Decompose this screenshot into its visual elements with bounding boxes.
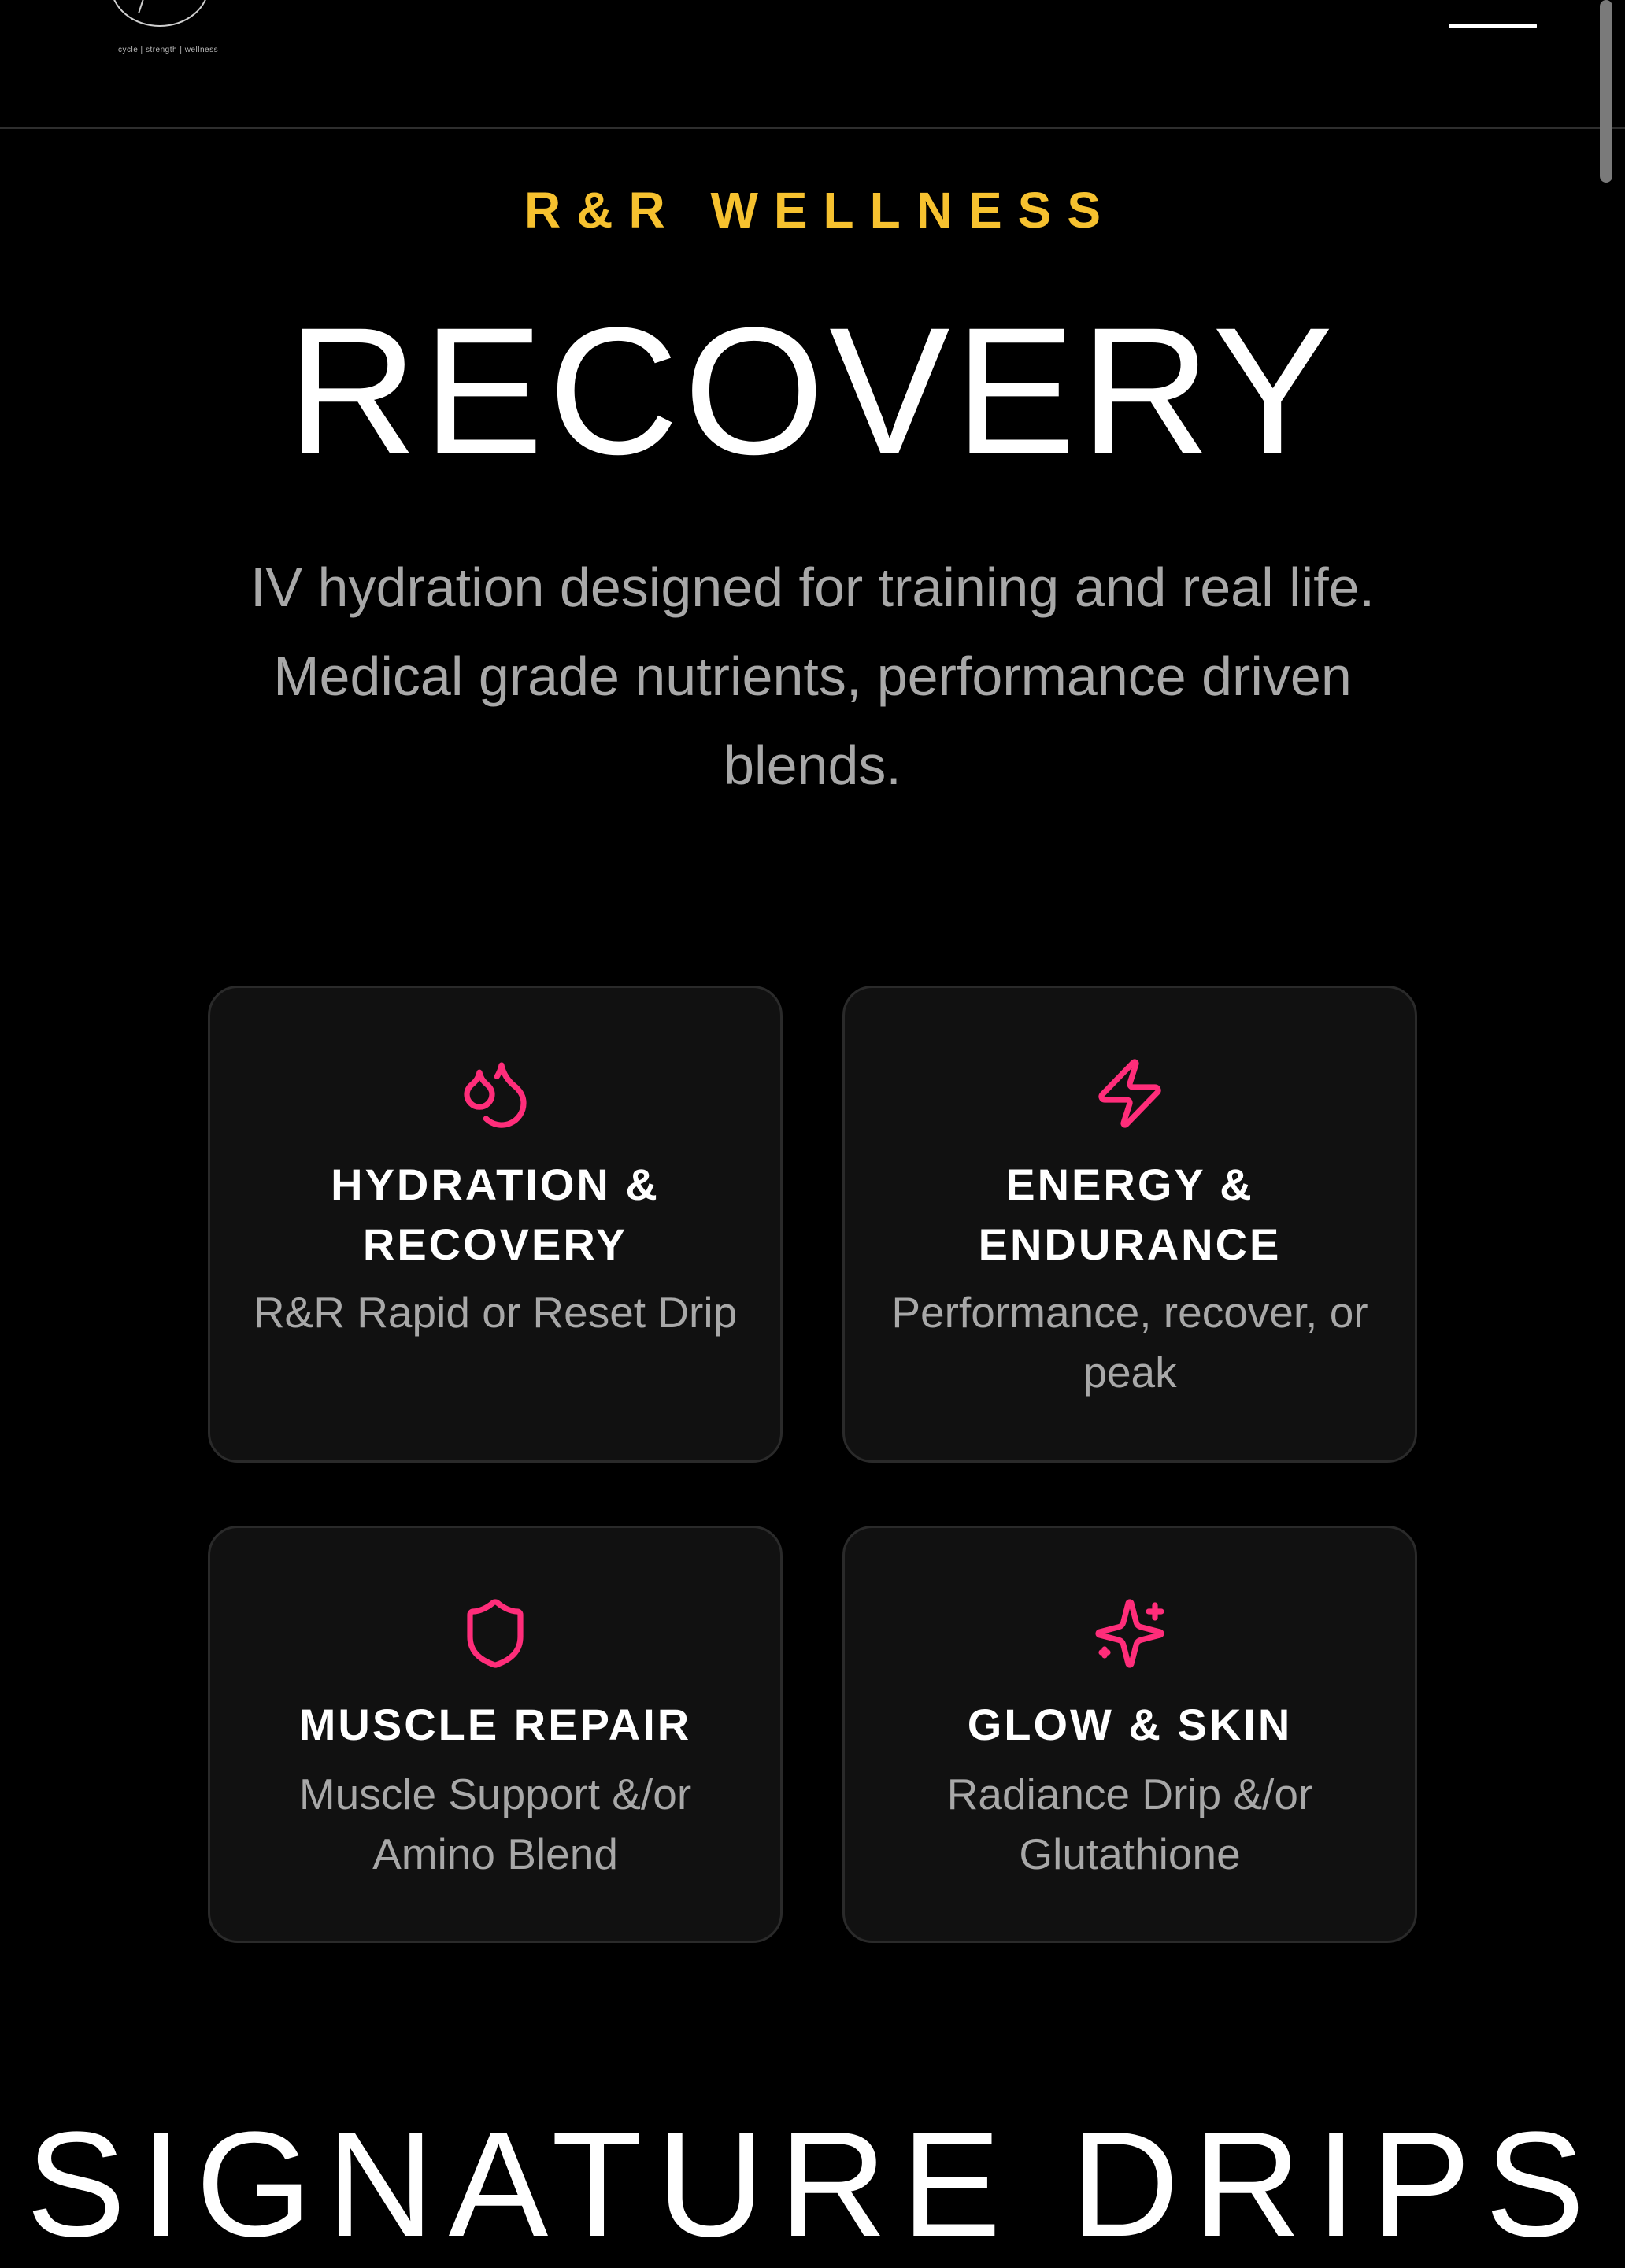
section-heading-signature-drips: SIGNATURE DRIPS [26,2101,1599,2268]
intro-paragraph: IV hydration designed for training and r… [250,557,1375,796]
menu-line [1449,24,1537,28]
card-title: MUSCLE REPAIR [298,1700,692,1749]
droplets-icon [457,1056,533,1131]
card-subtitle: Muscle Support &/or Amino Blend [298,1770,692,1878]
category-card-energy[interactable]: ENERGY & ENDURANCE Performance, recover,… [842,986,1417,1463]
brand-logo[interactable]: cycle | strength | wellness [110,0,220,63]
category-card-hydration[interactable]: HYDRATION & RECOVERY R&R Rapid or Reset … [208,986,783,1463]
category-card-glow[interactable]: GLOW & SKIN Radiance Drip &/or Glutathio… [842,1526,1417,1943]
lightning-bolt-icon [1092,1056,1168,1131]
card-title: HYDRATION & RECOVERY [331,1160,660,1269]
category-card-muscle[interactable]: MUSCLE REPAIR Muscle Support &/or Amino … [208,1526,783,1943]
shield-icon [457,1596,533,1671]
card-subtitle: R&R Rapid or Reset Drip [253,1288,738,1337]
card-title: ENERGY & ENDURANCE [978,1160,1282,1269]
card-subtitle: Performance, recover, or peak [891,1288,1368,1397]
site-header: cycle | strength | wellness [0,0,1625,129]
sparkles-icon [1092,1596,1168,1671]
page-scrollbar[interactable] [1600,0,1612,183]
card-title: GLOW & SKIN [967,1700,1293,1749]
hamburger-menu-icon[interactable] [1445,0,1537,31]
card-subtitle: Radiance Drip &/or Glutathione [946,1770,1313,1878]
logo-circle-mark [110,0,209,27]
logo-tagline: cycle | strength | wellness [118,46,219,54]
section-eyebrow: R&R WELLNESS [524,182,1116,239]
page-title: RECOVERY [287,290,1338,492]
